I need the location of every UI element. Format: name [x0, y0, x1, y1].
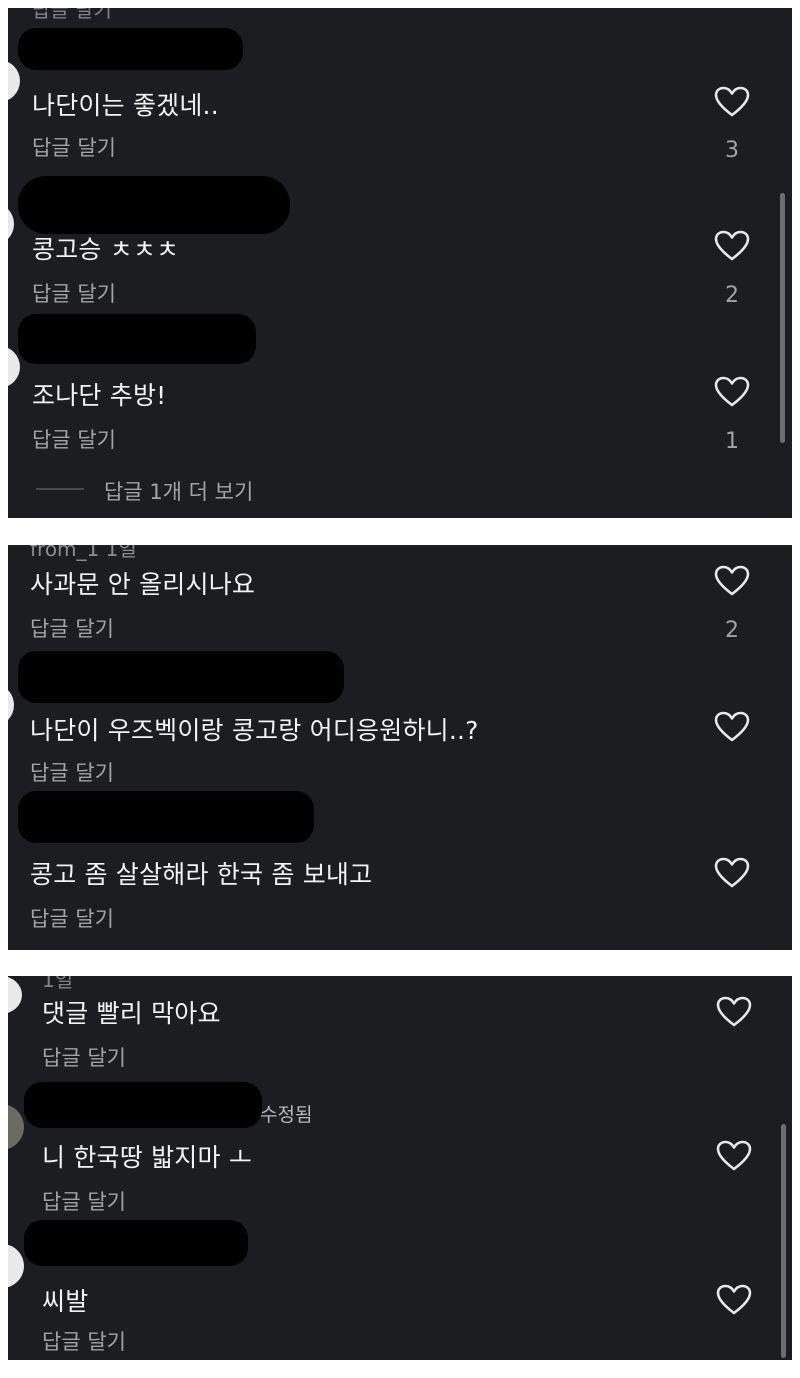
- reply-button[interactable]: 답글 달기: [42, 1326, 126, 1356]
- cut-off-username: 1일: [42, 976, 74, 992]
- reply-button[interactable]: 답글 달기: [30, 903, 114, 933]
- reply-button[interactable]: 답글 달기: [32, 132, 116, 162]
- avatar[interactable]: [8, 976, 22, 1014]
- avatar[interactable]: [8, 1244, 24, 1288]
- heart-icon[interactable]: [714, 376, 750, 408]
- comment-panel-3: 1일 댓글 빨리 막아요 답글 달기 수정됨 니 한국땅 밟지마 ㅗ 답글 달기…: [8, 976, 792, 1360]
- cut-off-username: from_1 1일: [30, 545, 137, 561]
- cut-off-text: 답글 달기: [32, 8, 112, 22]
- like-count: 2: [725, 283, 739, 308]
- comment-text: 사과문 안 올리시나요: [30, 570, 256, 599]
- comment-text: 콩고 좀 살살해라 한국 좀 보내고: [30, 860, 373, 889]
- scrollbar[interactable]: [780, 193, 785, 443]
- reply-button[interactable]: 답글 달기: [32, 424, 116, 454]
- redacted-username: [18, 28, 243, 70]
- comment-text: 니 한국땅 밟지마 ㅗ: [42, 1143, 253, 1172]
- heart-icon[interactable]: [716, 1140, 752, 1172]
- like-count: 2: [725, 618, 739, 643]
- comment-text: 조나단 추방!: [32, 381, 167, 410]
- view-more-divider: [36, 488, 84, 490]
- scrollbar[interactable]: [781, 1124, 786, 1358]
- view-more-replies-button[interactable]: 답글 1개 더 보기: [104, 476, 253, 506]
- reply-button[interactable]: 답글 달기: [42, 1186, 126, 1216]
- comment-panel-2: from_1 1일 사과문 안 올리시나요 답글 달기 2 나단이 우즈벡이랑 …: [8, 545, 792, 950]
- heart-icon[interactable]: [714, 711, 750, 743]
- avatar[interactable]: [8, 685, 14, 725]
- comment-text: 나단이는 좋겠네..: [32, 91, 219, 120]
- heart-icon[interactable]: [716, 996, 752, 1028]
- redacted-username: [24, 1082, 262, 1128]
- heart-icon[interactable]: [714, 565, 750, 597]
- redacted-username: [24, 1220, 248, 1266]
- reply-button[interactable]: 답글 달기: [32, 278, 116, 308]
- comment-text: 댓글 빨리 막아요: [42, 999, 221, 1028]
- redacted-username: [18, 314, 256, 364]
- comment-panel-1: 답글 달기 나단이는 좋겠네.. 답글 달기 3 콩고승 ㅊㅊㅊ 답글 달기 2…: [8, 8, 792, 518]
- comment-text: 콩고승 ㅊㅊㅊ: [32, 235, 180, 264]
- redacted-username: [18, 651, 344, 703]
- like-count: 1: [725, 429, 739, 454]
- avatar[interactable]: [8, 1104, 24, 1150]
- comment-text: 나단이 우즈벡이랑 콩고랑 어디응원하니..?: [30, 716, 479, 745]
- edited-label: 수정됨: [260, 1104, 313, 1126]
- comment-text: 씨발: [42, 1287, 89, 1316]
- heart-icon[interactable]: [714, 86, 750, 118]
- avatar[interactable]: [8, 60, 20, 102]
- avatar[interactable]: [8, 204, 14, 244]
- heart-icon[interactable]: [714, 857, 750, 889]
- like-count: 3: [725, 138, 739, 163]
- reply-button[interactable]: 답글 달기: [30, 757, 114, 787]
- heart-icon[interactable]: [714, 230, 750, 262]
- heart-icon[interactable]: [716, 1284, 752, 1316]
- redacted-username: [18, 176, 290, 234]
- reply-button[interactable]: 답글 달기: [42, 1042, 126, 1072]
- redacted-username: [18, 791, 314, 843]
- reply-button[interactable]: 답글 달기: [30, 613, 114, 643]
